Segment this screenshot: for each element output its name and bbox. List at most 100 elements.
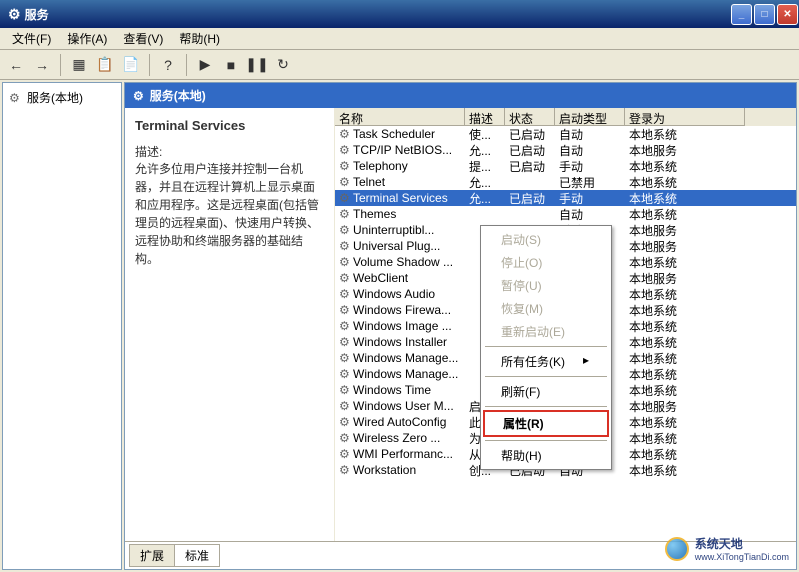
service-name: Universal Plug... [353,239,440,253]
ctx-all-tasks[interactable]: 所有任务(K)▸ [483,350,609,373]
export-button[interactable]: 📄 [119,53,143,77]
service-name: WebClient [353,271,408,285]
tree-root-item[interactable]: ⚙ 服务(本地) [7,87,117,108]
service-logon: 本地系统 [625,461,745,480]
service-name: Telnet [353,175,385,189]
menu-help[interactable]: 帮助(H) [171,28,228,49]
detail-panel: Terminal Services 描述: 允许多位用户连接并控制一台机器，并且… [125,108,335,541]
panel-heading: 服务(本地) [150,87,206,104]
ctx-pause[interactable]: 暂停(U) [483,274,609,297]
service-name: Windows Audio [353,287,435,301]
menu-file[interactable]: 文件(F) [4,28,59,49]
ctx-properties[interactable]: 属性(R) [483,410,609,437]
service-name: Wired AutoConfig [353,415,446,429]
service-name: Windows Firewa... [353,303,451,317]
service-icon: ⚙ [339,239,353,253]
service-name: Windows User M... [353,399,454,413]
detail-title: Terminal Services [135,118,324,133]
service-name: TCP/IP NetBIOS... [353,143,452,157]
service-status: 已启动 [505,189,555,208]
service-icon: ⚙ [339,255,353,269]
detail-desc-label: 描述: [135,143,324,160]
service-icon: ⚙ [339,207,353,221]
service-icon: ⚙ [339,223,353,237]
service-icon: ⚙ [339,351,353,365]
service-name: Windows Manage... [353,351,458,365]
service-name: Windows Installer [353,335,447,349]
menu-action[interactable]: 操作(A) [59,28,115,49]
app-icon: ⚙ [8,6,21,23]
col-logon[interactable]: 登录为 [625,108,745,126]
service-icon: ⚙ [339,271,353,285]
col-status[interactable]: 状态 [505,108,555,126]
content-header: ⚙ 服务(本地) [125,83,796,108]
help-button[interactable]: ? [156,53,180,77]
service-name: Windows Time [353,383,431,397]
ctx-stop[interactable]: 停止(O) [483,251,609,274]
service-name: Terminal Services [353,191,448,205]
service-status: 已启动 [505,157,555,176]
maximize-button[interactable]: □ [754,4,775,25]
service-name: Task Scheduler [353,127,435,141]
service-icon: ⚙ [339,175,353,189]
gear-icon: ⚙ [133,89,144,103]
tree-root-label: 服务(本地) [27,89,83,106]
service-name: Telephony [353,159,408,173]
watermark-text: 系统天地 [695,535,789,552]
service-name: Themes [353,207,396,221]
service-icon: ⚙ [339,303,353,317]
pause-service-button[interactable]: ❚❚ [245,53,269,77]
ctx-refresh[interactable]: 刷新(F) [483,380,609,403]
service-icon: ⚙ [339,191,353,205]
service-icon: ⚙ [339,415,353,429]
service-icon: ⚙ [339,287,353,301]
service-icon: ⚙ [339,367,353,381]
window-title: 服务 [25,6,49,23]
tab-standard[interactable]: 标准 [174,544,220,567]
service-icon: ⚙ [339,431,353,445]
close-button[interactable]: ✕ [777,4,798,25]
service-icon: ⚙ [339,159,353,173]
col-desc[interactable]: 描述 [465,108,505,126]
submenu-arrow-icon: ▸ [583,353,589,367]
service-icon: ⚙ [339,399,353,413]
watermark-url: www.XiTongTianDi.com [695,552,789,562]
menu-view[interactable]: 查看(V) [115,28,171,49]
globe-icon [665,537,689,561]
service-name: Uninterruptibl... [353,223,434,237]
ctx-help[interactable]: 帮助(H) [483,444,609,467]
list-header: 名称 描述 状态 启动类型 登录为 [335,108,796,126]
tab-extended[interactable]: 扩展 [129,544,175,567]
restart-service-button[interactable]: ↻ [271,53,295,77]
service-desc: 允... [465,189,505,208]
service-name: WMI Performanc... [353,447,453,461]
show-hide-tree-button[interactable]: ▦ [67,53,91,77]
col-startup[interactable]: 启动类型 [555,108,625,126]
ctx-restart[interactable]: 重新启动(E) [483,320,609,343]
col-name[interactable]: 名称 [335,108,465,126]
title-bar: ⚙ 服务 _ □ ✕ [0,0,799,28]
service-name: Windows Manage... [353,367,458,381]
service-desc [465,213,505,215]
service-icon: ⚙ [339,447,353,461]
stop-service-button[interactable]: ■ [219,53,243,77]
watermark: 系统天地 www.XiTongTianDi.com [665,535,789,562]
ctx-resume[interactable]: 恢复(M) [483,297,609,320]
service-icon: ⚙ [339,383,353,397]
service-name: Workstation [353,463,416,477]
detail-description: 允许多位用户连接并控制一台机器，并且在远程计算机上显示桌面和应用程序。这是远程桌… [135,160,324,268]
service-name: Wireless Zero ... [353,431,440,445]
menu-bar: 文件(F) 操作(A) 查看(V) 帮助(H) [0,28,799,50]
service-icon: ⚙ [339,319,353,333]
back-button[interactable]: ← [4,53,28,77]
forward-button[interactable]: → [30,53,54,77]
properties-button[interactable]: 📋 [93,53,117,77]
service-icon: ⚙ [339,335,353,349]
start-service-button[interactable]: ▶ [193,53,217,77]
service-icon: ⚙ [339,143,353,157]
service-icon: ⚙ [339,463,353,477]
service-status [505,213,555,215]
services-icon: ⚙ [9,91,23,105]
ctx-start[interactable]: 启动(S) [483,228,609,251]
minimize-button[interactable]: _ [731,4,752,25]
